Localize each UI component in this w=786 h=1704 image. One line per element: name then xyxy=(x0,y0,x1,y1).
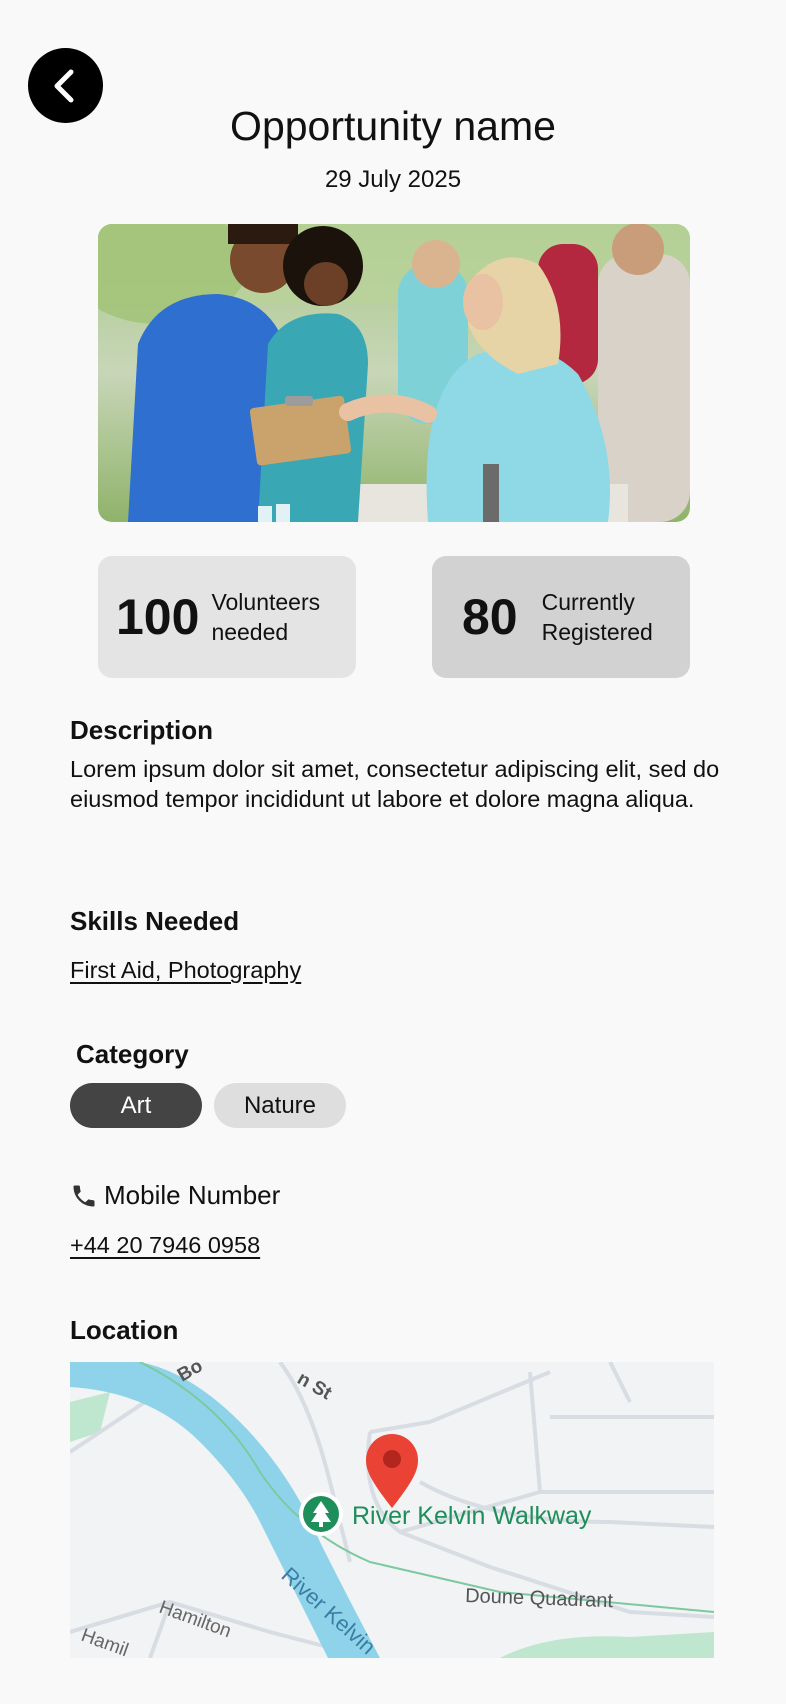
description-heading: Description xyxy=(70,715,214,745)
skills-link[interactable]: First Aid, Photography xyxy=(70,955,301,985)
registered-label: Currently Registered xyxy=(541,589,653,645)
skills-heading: Skills Needed xyxy=(70,906,240,936)
volunteers-needed-card: 100 Volunteers needed xyxy=(98,556,356,678)
location-map[interactable]: River Kelvin Walkway Doune Quadrant Rive… xyxy=(70,1362,714,1658)
event-date: 29 July 2025 xyxy=(324,166,462,193)
category-chip-art[interactable]: Art xyxy=(70,1083,202,1128)
phone-number-link[interactable]: +44 20 7946 0958 xyxy=(70,1230,260,1260)
description-text: Lorem ipsum dolor sit amet, consectetur … xyxy=(70,756,720,812)
opportunity-image xyxy=(98,224,690,522)
category-chip-nature[interactable]: Nature xyxy=(214,1083,346,1128)
chevron-left-icon xyxy=(54,69,73,102)
volunteers-needed-count: 100 xyxy=(116,589,200,645)
mobile-heading-row: Mobile Number xyxy=(70,1180,280,1211)
map-place-label: River Kelvin Walkway xyxy=(352,1502,592,1530)
registered-count: 80 xyxy=(462,589,518,645)
page-title: Opportunity name xyxy=(230,103,556,149)
registered-card: 80 Currently Registered xyxy=(432,556,690,678)
tree-icon xyxy=(299,1492,343,1536)
category-heading: Category xyxy=(76,1039,189,1069)
mobile-heading: Mobile Number xyxy=(104,1180,281,1210)
location-heading: Location xyxy=(70,1315,179,1345)
volunteers-needed-label: Volunteers needed xyxy=(211,589,321,645)
phone-icon xyxy=(73,1185,95,1206)
